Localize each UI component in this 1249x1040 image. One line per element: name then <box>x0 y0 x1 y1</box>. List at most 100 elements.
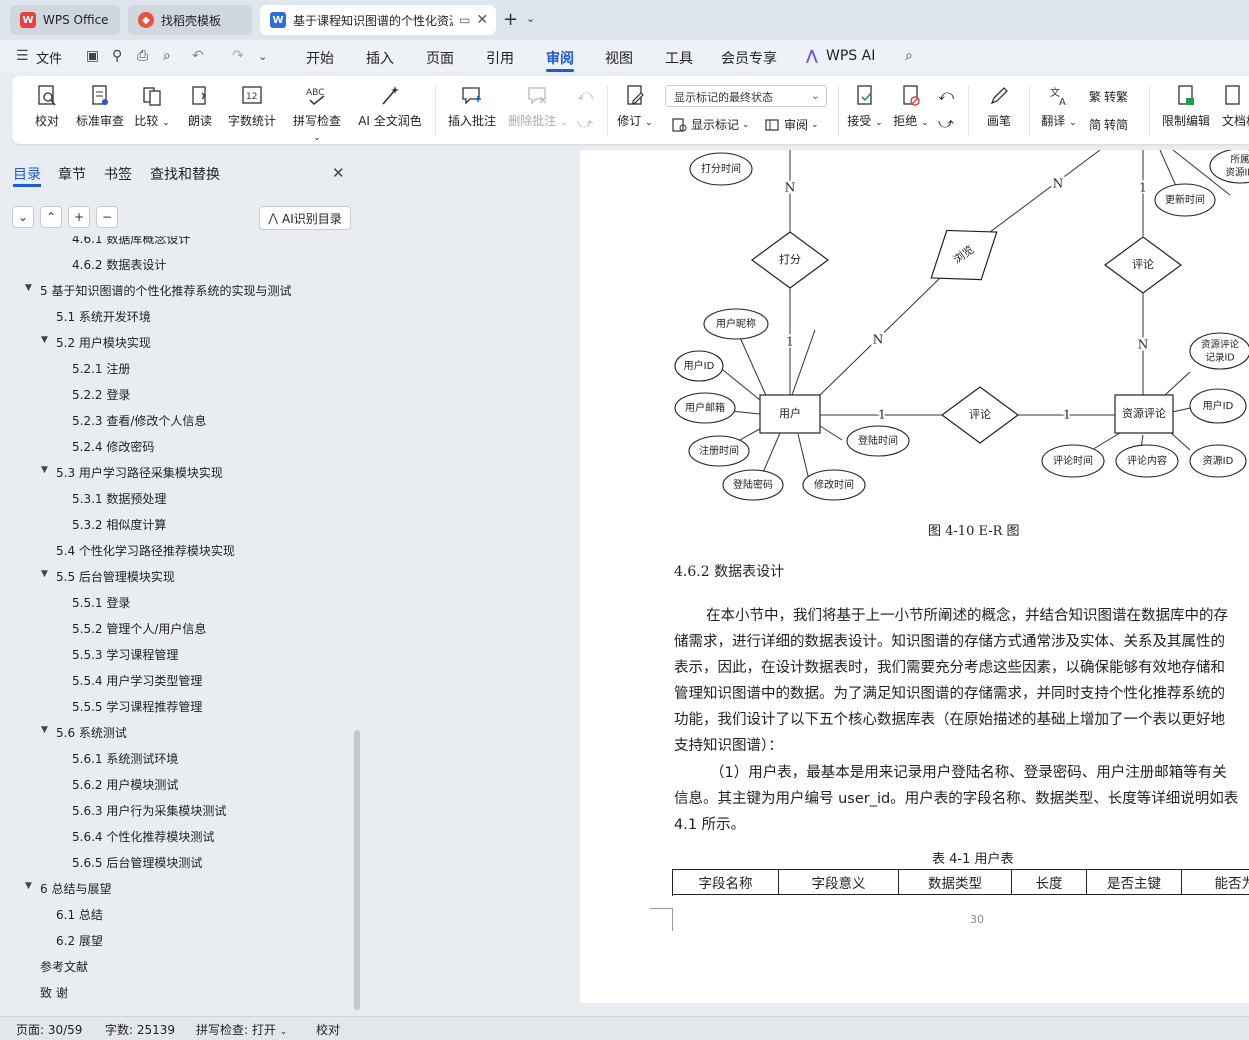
ai-toc-button[interactable]: ⋀ AI识别目录 <box>259 206 351 230</box>
toc-scrollbar[interactable] <box>354 730 360 1010</box>
status-word-count[interactable]: 字数: 25139 <box>105 1021 175 1038</box>
doc-permission-button[interactable]: 文档权限 <box>1222 84 1249 129</box>
standard-review-button[interactable]: 标准审查 <box>74 84 126 129</box>
status-spell-check[interactable]: 拼写检查: 打开 ⌄ <box>196 1021 287 1038</box>
collapse-level-button[interactable]: ⌄ <box>12 206 34 228</box>
toc-item[interactable]: 5.2.2 登录 <box>72 386 130 403</box>
menu-tools[interactable]: 工具 <box>665 48 693 68</box>
show-markup-button[interactable]: 显示标记 ⌄ <box>671 116 750 133</box>
translate-button[interactable]: 文A 翻译 ⌄ <box>1040 84 1078 129</box>
menu-reference[interactable]: 引用 <box>486 48 514 68</box>
menu-view[interactable]: 视图 <box>605 48 633 68</box>
toc-item[interactable]: 5.5.4 用户学习类型管理 <box>72 672 202 689</box>
close-tab-icon[interactable]: ✕ <box>476 12 488 28</box>
nav-tab-bookmark[interactable]: 书签 <box>104 164 132 184</box>
track-changes-button[interactable]: 修订 ⌄ <box>616 84 654 129</box>
new-tab-icon[interactable]: + <box>503 9 518 30</box>
caret-down-icon[interactable]: ▼ <box>41 725 48 735</box>
ai-polish-button[interactable]: AI 全文润色 <box>356 84 424 129</box>
toc-item[interactable]: 5.5.2 管理个人/用户信息 <box>72 620 206 637</box>
toc-item[interactable]: ▼ 5.6 系统测试 <box>41 724 127 741</box>
toc-item[interactable]: ▼ 6 总结与展望 <box>25 880 111 897</box>
markup-state-select[interactable]: 显示标记的最终状态 ⌄ <box>665 85 827 107</box>
caret-down-icon[interactable]: ▼ <box>25 881 32 891</box>
menu-start[interactable]: 开始 <box>306 48 334 68</box>
menu-member[interactable]: 会员专享 <box>721 48 777 68</box>
status-page[interactable]: 页面: 30/59 <box>16 1021 82 1038</box>
expand-level-button[interactable]: ⌃ <box>40 206 62 228</box>
toc-item[interactable]: 5.5.1 登录 <box>72 594 130 611</box>
prev-comment-icon[interactable]: ⤺ <box>577 86 593 104</box>
redo-icon[interactable]: ↷ <box>232 48 244 64</box>
read-aloud-button[interactable]: 朗读 <box>186 84 214 129</box>
word-count-button[interactable]: 12 字数统计 <box>226 84 278 129</box>
close-pane-icon[interactable]: ✕ <box>332 164 345 182</box>
wps-ai-icon[interactable]: ⋀ <box>806 48 818 64</box>
toc-item[interactable]: 5.2.4 修改密码 <box>72 438 154 455</box>
nav-tab-chapter[interactable]: 章节 <box>58 164 86 184</box>
prev-change-icon[interactable]: ⤺ <box>938 86 954 104</box>
toc-item[interactable]: 4.6.1 数据库概念设计 <box>72 236 190 247</box>
toc-item[interactable]: ▼ 5.3 用户学习路径采集模块实现 <box>41 464 223 481</box>
search-icon[interactable]: ⌕ <box>905 48 913 64</box>
toc-item[interactable]: 4.6.2 数据表设计 <box>72 256 166 273</box>
hamburger-icon[interactable]: ☰ <box>16 48 29 64</box>
document-page[interactable]: 用户资源评论打分浏览评论评论打分时间所属资源ID更新时间用户昵称用户ID用户邮箱… <box>580 150 1249 1003</box>
next-comment-icon[interactable]: ⤻ <box>577 114 593 132</box>
insert-comment-button[interactable]: 插入批注 <box>446 84 498 129</box>
chevron-down-icon[interactable]: ⌄ <box>526 12 535 25</box>
tab-document[interactable]: W 基于课程知识图谱的个性化资源推荐系统 ▭ ✕ <box>260 5 496 35</box>
toc-item[interactable]: 5.6.1 系统测试环境 <box>72 750 178 767</box>
toc-item[interactable]: 5.2.1 注册 <box>72 360 130 377</box>
toc-item[interactable]: 参考文献 <box>40 958 88 975</box>
menu-insert[interactable]: 插入 <box>366 48 394 68</box>
toc-item[interactable]: 5.3.1 数据预处理 <box>72 490 166 507</box>
restrict-edit-button[interactable]: 限制编辑 <box>1160 84 1212 129</box>
status-proof[interactable]: 校对 <box>316 1021 340 1038</box>
more-chevron-icon[interactable]: ⌄ <box>258 50 267 63</box>
nav-tab-toc[interactable]: 目录 <box>13 164 41 184</box>
pin-icon[interactable]: ⚲ <box>112 48 122 64</box>
delete-comment-button[interactable]: 删除批注 ⌄ <box>506 84 570 129</box>
reject-button[interactable]: 拒绝 ⌄ <box>892 84 930 129</box>
toc-item[interactable]: 5.6.4 个性化推荐模块测试 <box>72 828 214 845</box>
toc-item[interactable]: 6.2 展望 <box>56 932 103 949</box>
next-change-icon[interactable]: ⤻ <box>938 114 954 132</box>
add-heading-button[interactable]: + <box>68 206 90 228</box>
save-icon[interactable]: ▣ <box>86 48 99 64</box>
caret-down-icon[interactable]: ▼ <box>25 283 32 293</box>
pen-button[interactable]: 画笔 <box>984 84 1014 129</box>
accept-button[interactable]: 接受 ⌄ <box>846 84 884 129</box>
toc-item[interactable]: ▼ 5 基于知识图谱的个性化推荐系统的实现与测试 <box>25 282 291 299</box>
print-icon[interactable]: ⎙ <box>137 48 148 64</box>
proofread-button[interactable]: 校对 <box>32 84 62 129</box>
toc-item[interactable]: ▼ 5.5 后台管理模块实现 <box>41 568 175 585</box>
toc-item[interactable]: 5.6.3 用户行为采集模块测试 <box>72 802 226 819</box>
toc-item[interactable]: 5.1 系统开发环境 <box>56 308 151 325</box>
to-simplified-button[interactable]: 简 转简 <box>1089 116 1128 133</box>
caret-down-icon[interactable]: ▼ <box>41 465 48 475</box>
to-traditional-button[interactable]: 繁 转繁 <box>1089 88 1128 105</box>
toc-item[interactable]: 6.1 总结 <box>56 906 103 923</box>
tab-wps-office[interactable]: W WPS Office <box>10 5 120 35</box>
undo-icon[interactable]: ↶ <box>192 48 204 64</box>
tab-template[interactable]: ◆ 找稻壳模板 <box>128 5 252 35</box>
toc-item[interactable]: 5.5.3 学习课程管理 <box>72 646 178 663</box>
review-pane-button[interactable]: 审阅 ⌄ <box>764 116 819 133</box>
print-preview-icon[interactable]: ⌕ <box>163 48 171 64</box>
menu-review[interactable]: 审阅 <box>546 48 574 68</box>
monitor-icon[interactable]: ▭ <box>459 13 470 27</box>
menu-wps-ai[interactable]: WPS AI <box>826 48 875 64</box>
nav-tab-find-replace[interactable]: 查找和替换 <box>150 164 220 184</box>
toc-item[interactable]: 致 谢 <box>40 984 68 1001</box>
toc-item[interactable]: 5.6.5 后台管理模块测试 <box>72 854 202 871</box>
menu-page[interactable]: 页面 <box>426 48 454 68</box>
toc-item[interactable]: 5.4 个性化学习路径推荐模块实现 <box>56 542 235 559</box>
toc-item[interactable]: ▼ 5.2 用户模块实现 <box>41 334 151 351</box>
toc-item[interactable]: 5.5.5 学习课程推荐管理 <box>72 698 202 715</box>
toc-item[interactable]: 5.6.2 用户模块测试 <box>72 776 178 793</box>
compare-button[interactable]: 比较 ⌄ <box>134 84 170 129</box>
menu-file[interactable]: 文件 <box>36 48 62 67</box>
caret-down-icon[interactable]: ▼ <box>41 335 48 345</box>
toc-item[interactable]: 5.3.2 相似度计算 <box>72 516 166 533</box>
